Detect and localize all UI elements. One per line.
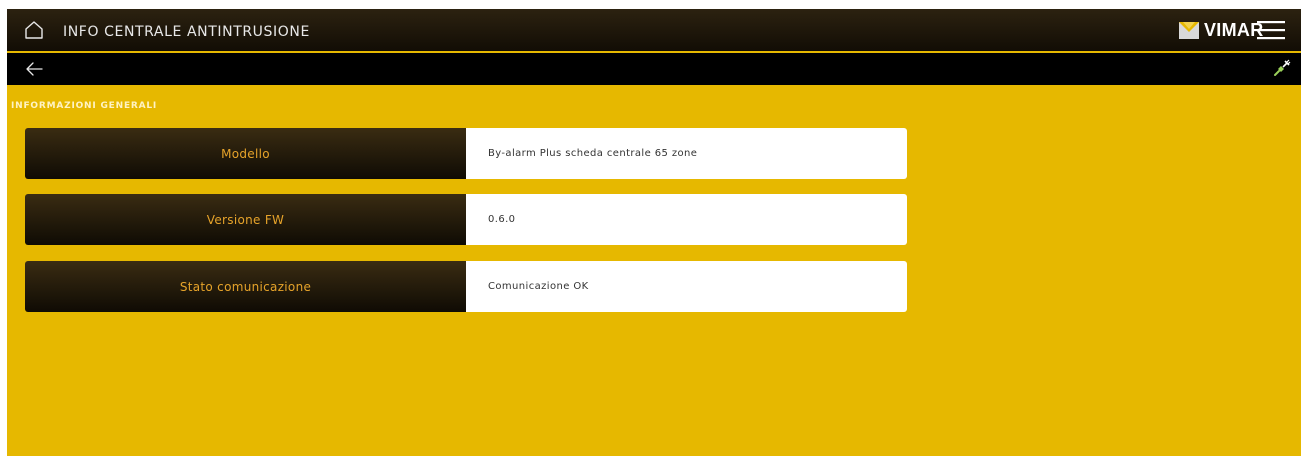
info-value: Comunicazione OK [466, 261, 907, 312]
info-row-model: Modello By-alarm Plus scheda centrale 65… [25, 128, 907, 179]
top-header: INFO CENTRALE ANTINTRUSIONE VIMAR [7, 9, 1301, 53]
arrow-left-icon[interactable] [23, 58, 45, 80]
info-value: 0.6.0 [466, 194, 907, 245]
app-frame: INFO CENTRALE ANTINTRUSIONE VIMAR INFORM… [7, 9, 1301, 456]
info-label: Versione FW [25, 194, 466, 245]
info-row-communication: Stato comunicazione Comunicazione OK [25, 261, 907, 312]
page-title: INFO CENTRALE ANTINTRUSIONE [63, 24, 310, 40]
brand-name: VIMAR [1204, 19, 1264, 40]
home-icon[interactable] [23, 19, 45, 41]
info-row-firmware: Versione FW 0.6.0 [25, 194, 907, 245]
hamburger-menu-icon[interactable] [1257, 20, 1285, 40]
info-label: Modello [25, 128, 466, 179]
section-title: INFORMAZIONI GENERALI [11, 101, 158, 111]
info-label: Stato comunicazione [25, 261, 466, 312]
info-value: By-alarm Plus scheda centrale 65 zone [466, 128, 907, 179]
brand-logo: VIMAR [1179, 18, 1264, 42]
navigation-bar [7, 53, 1301, 85]
plug-connected-icon [1274, 59, 1291, 76]
vimar-logo-icon [1179, 21, 1199, 39]
